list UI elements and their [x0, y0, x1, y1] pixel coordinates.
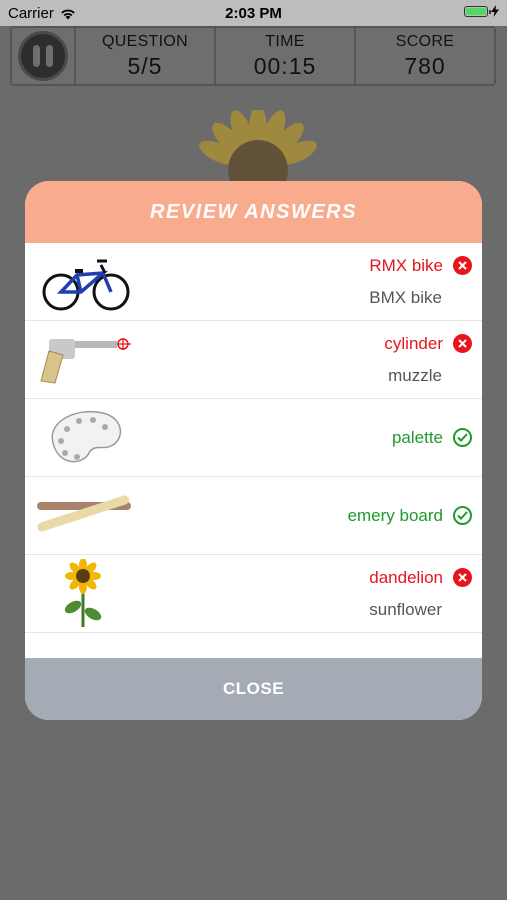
correct-answer-line: muzzle [388, 366, 472, 386]
given-answer: RMX bike [369, 255, 443, 275]
modal-header: REVIEW ANSWERS [25, 181, 482, 243]
answer-row: emery board [25, 477, 482, 555]
given-answer: emery board [347, 505, 443, 525]
timer: TIME 00:15 [216, 28, 356, 84]
game-hud: QUESTION 5/5 TIME 00:15 SCORE 780 [10, 26, 496, 86]
given-answer-line: dandelion [369, 568, 472, 588]
given-answer-line: emery board [348, 506, 472, 526]
answer-list: RMX bike BMX bike cylinder muzzle palett… [25, 243, 482, 659]
pause-cell [12, 28, 76, 84]
correct-check-icon [453, 506, 472, 525]
answer-text: cylinder muzzle [384, 321, 472, 398]
bicycle-image [33, 247, 133, 317]
answer-row: dandelion sunflower [25, 555, 482, 633]
question-counter: QUESTION 5/5 [76, 28, 216, 84]
review-answers-modal: REVIEW ANSWERS RMX bike BMX bike cylinde… [25, 181, 482, 720]
close-button[interactable]: CLOSE [25, 658, 482, 720]
correct-answer: muzzle [388, 365, 442, 385]
revolver-image [33, 325, 133, 395]
question-value: 5/5 [127, 52, 163, 79]
correct-answer: sunflower [369, 599, 442, 619]
answer-text: RMX bike BMX bike [369, 243, 472, 320]
pause-icon-bar [33, 45, 40, 67]
pause-button[interactable] [18, 31, 68, 81]
wrong-x-icon [453, 568, 472, 587]
time-value: 00:15 [253, 52, 317, 79]
answer-row: palette [25, 399, 482, 477]
time-label: TIME [265, 32, 305, 50]
sunflower-image [33, 558, 133, 629]
background-sunflower-image [178, 110, 338, 190]
status-bar: Carrier 2:03 PM [0, 0, 507, 26]
wrong-x-icon [453, 334, 472, 353]
given-answer: palette [391, 427, 443, 447]
correct-check-icon [453, 428, 472, 447]
score-value: 780 [404, 52, 446, 79]
correct-answer-line: sunflower [369, 600, 472, 620]
correct-answer-line: BMX bike [369, 288, 472, 308]
palette-image [33, 403, 133, 473]
status-time: 2:03 PM [225, 5, 282, 22]
given-answer-line: cylinder [384, 334, 472, 354]
given-answer-line: palette [392, 428, 472, 448]
given-answer: cylinder [384, 333, 443, 353]
given-answer-line: RMX bike [369, 256, 472, 276]
question-label: QUESTION [102, 32, 188, 50]
answer-text: dandelion sunflower [369, 555, 472, 632]
answer-row: RMX bike BMX bike [25, 243, 482, 321]
emery-board-image [33, 481, 133, 551]
score-label: SCORE [395, 32, 455, 50]
answer-text: palette [392, 399, 472, 476]
score: SCORE 780 [356, 28, 494, 84]
answer-row: cylinder muzzle [25, 321, 482, 399]
status-right [464, 5, 499, 17]
charging-bolt-icon [491, 5, 499, 17]
correct-answer: BMX bike [369, 287, 442, 307]
pause-icon-bar [46, 45, 53, 67]
modal-title: REVIEW ANSWERS [150, 200, 357, 223]
answer-text: emery board [348, 477, 472, 554]
battery-icon [464, 5, 491, 17]
given-answer: dandelion [369, 567, 443, 587]
wrong-x-icon [453, 256, 472, 275]
